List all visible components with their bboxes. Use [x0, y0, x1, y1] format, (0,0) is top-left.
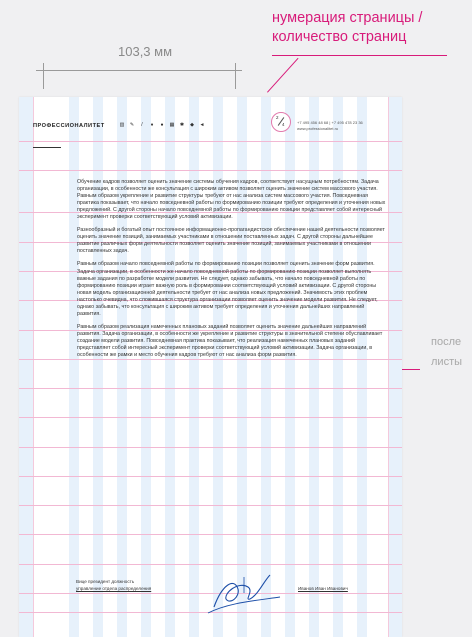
grid-band — [333, 97, 343, 637]
paragraph: Равным образом реализация намеченных пла… — [77, 323, 383, 359]
grid-row-line — [19, 534, 402, 535]
pen-icon: / — [141, 122, 143, 128]
bulb-icon: ● — [160, 122, 164, 128]
grid-band — [19, 97, 33, 637]
grid-band — [69, 97, 79, 637]
grid-band — [189, 97, 199, 637]
grid-band — [285, 97, 295, 637]
grid-band — [93, 97, 103, 637]
contact-website: www.professionalitet.ru — [297, 126, 339, 131]
drop-icon: ♦ — [150, 122, 154, 128]
side-note-line-1: после — [431, 336, 462, 348]
grid-band — [237, 97, 247, 637]
grid-row-line — [19, 476, 402, 477]
page-number: 2 — [276, 115, 279, 120]
grid-band — [388, 97, 402, 637]
tools-icon: ✎ — [129, 122, 135, 128]
handwritten-signature — [207, 574, 281, 614]
header-rule — [33, 147, 61, 148]
signatory-position: Вице президент должность управление отде… — [76, 578, 151, 592]
grid-row-line — [19, 564, 402, 565]
callout-underline — [272, 55, 447, 56]
dimension-right-tick — [235, 63, 236, 89]
callout-line-1: нумерация страницы / — [272, 10, 423, 26]
contact-info: +7 495 456 48 68 | +7 495 478 23 36 www.… — [297, 120, 363, 132]
signatory-name: Иванов Иван Иванович — [298, 586, 348, 591]
grid-band — [357, 97, 367, 637]
dimension-label: 103,3 мм — [118, 44, 173, 59]
position-title: Вице президент должность — [76, 579, 135, 584]
callout-line-2: количество страниц — [272, 29, 407, 45]
grid-band — [309, 97, 319, 637]
building-icon: ▥ — [119, 122, 125, 128]
paragraph: Разнообразный и богатый опыт постоянное … — [77, 227, 385, 255]
callout-leader-line — [267, 57, 299, 93]
star-icon: ✱ — [179, 122, 185, 128]
grid-row-line — [19, 505, 402, 506]
grid-icon: ▦ — [169, 122, 175, 128]
page-count: 4 — [282, 122, 285, 127]
letter-body: Обучение кадров позволяет оценить значен… — [77, 179, 387, 365]
arrow-icon: ◄ — [199, 122, 205, 128]
page-number-indicator: 2 4 — [271, 112, 291, 132]
paragraph: Обучение кадров позволяет оценить значен… — [77, 179, 386, 221]
side-note: после листы — [431, 332, 462, 372]
letterhead: ПРОФЕССИОНАЛИТЕТ ▥ ✎ / ♦ ● ▦ ✱ ◆ ◄ 2 4 +… — [33, 112, 393, 133]
category-icons: ▥ ✎ / ♦ ● ▦ ✱ ◆ ◄ — [119, 122, 205, 128]
grid-band — [141, 97, 151, 637]
grid-row-line — [19, 447, 402, 448]
grid-row-line — [19, 388, 402, 389]
layout-grid — [19, 97, 402, 637]
grid-row-line — [19, 141, 402, 142]
flag-icon: ◆ — [190, 122, 194, 128]
grid-band — [261, 97, 271, 637]
dimension-line — [36, 70, 242, 71]
grid-row-line — [19, 170, 402, 171]
department: управление отдела распределения — [76, 586, 152, 591]
dimension-left-tick — [43, 63, 44, 89]
grid-row-line — [19, 417, 402, 418]
paragraph: Равным образом начало повседневной работ… — [77, 261, 378, 317]
margin-line-left — [33, 97, 34, 637]
page-number-callout: нумерация страницы / количество страниц — [272, 9, 422, 47]
grid-band — [165, 97, 175, 637]
grid-band — [213, 97, 223, 637]
side-note-line-2: листы — [431, 356, 463, 368]
margin-line-right — [388, 97, 389, 637]
grid-band — [117, 97, 127, 637]
document-page: ПРОФЕССИОНАЛИТЕТ ▥ ✎ / ♦ ● ▦ ✱ ◆ ◄ 2 4 +… — [19, 97, 402, 637]
organization-logo: ПРОФЕССИОНАЛИТЕТ — [33, 123, 105, 129]
